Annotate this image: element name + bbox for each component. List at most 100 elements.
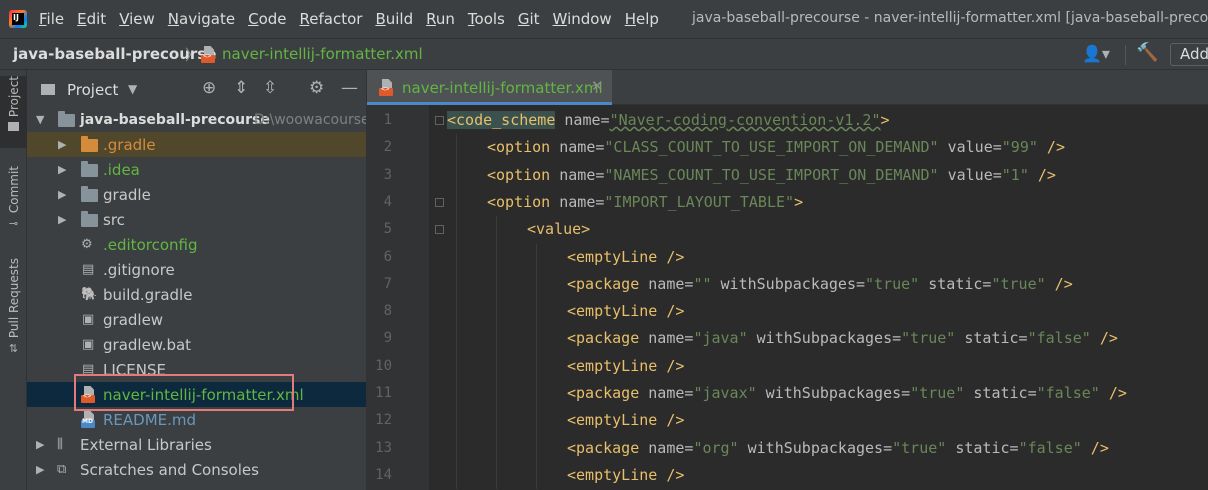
menu-window[interactable]: Window	[553, 10, 612, 28]
xml-file-icon	[201, 46, 217, 63]
menu-bar: IJ File Edit View Navigate Code Refactor Build…	[0, 0, 1208, 38]
close-icon[interactable]: ✕	[591, 77, 604, 95]
code-line[interactable]: <package name="java" withSubpackages="tr…	[567, 325, 1118, 352]
fold-marker-icon[interactable]	[435, 116, 444, 125]
line-number: 5	[383, 221, 392, 238]
tree-item-editorconfig[interactable]: ⚙ .editorconfig	[27, 232, 366, 257]
tree-item-scratches[interactable]: ▶ ⧉ Scratches and Consoles	[27, 457, 366, 482]
project-folder-icon	[58, 111, 75, 127]
tree-item-gradlew-bat[interactable]: ▣ gradlew.bat	[27, 332, 366, 357]
menu-edit[interactable]: Edit	[77, 10, 106, 28]
gear-icon[interactable]: ⚙	[309, 78, 324, 98]
chevron-right-icon[interactable]: ▶	[36, 438, 44, 451]
menu-view[interactable]: View	[119, 10, 155, 28]
breadcrumb-file[interactable]: naver-intellij-formatter.xml	[222, 45, 423, 63]
chevron-right-icon[interactable]: ▶	[58, 213, 66, 226]
chevron-right-icon[interactable]: ▶	[58, 163, 66, 176]
project-view-icon	[41, 84, 55, 95]
code-line[interactable]: <option name="CLASS_COUNT_TO_USE_IMPORT_…	[487, 134, 1065, 161]
tree-item-gradle[interactable]: ▶ gradle	[27, 182, 366, 207]
text-file-icon: ▤	[82, 362, 95, 377]
menu-help[interactable]: Help	[625, 10, 659, 28]
code-line[interactable]: <package name="javax" withSubpackages="t…	[567, 380, 1127, 407]
tree-item-label: .idea	[103, 160, 140, 179]
user-dropdown-icon[interactable]: 👤▾	[1082, 44, 1110, 63]
line-number: 6	[383, 248, 392, 265]
tree-item-gitignore[interactable]: ▤ .gitignore	[27, 257, 366, 282]
tool-tab-pull-requests[interactable]: Pull Requests ⇅	[0, 258, 27, 366]
menu-build[interactable]: Build	[375, 10, 413, 28]
menu-items: File Edit View Navigate Code Refactor Build Run…	[39, 10, 672, 28]
code-line[interactable]: <option name="NAMES_COUNT_TO_USE_IMPORT_…	[487, 162, 1056, 189]
editor-tab-naver-formatter[interactable]: naver-intellij-formatter.xml ✕	[367, 70, 612, 105]
tree-item-label: .gitignore	[103, 260, 175, 279]
line-number: 7	[383, 275, 392, 292]
terminal-file-icon: ▣	[82, 312, 95, 327]
editor-tab-label: naver-intellij-formatter.xml	[402, 79, 603, 97]
project-panel-header: Project ▼ ⊕ ⇕ ⇳ ⚙ —	[27, 70, 366, 108]
build-hammer-icon[interactable]: 🔨	[1136, 42, 1158, 63]
tree-item-label: Scratches and Consoles	[80, 460, 259, 479]
hide-panel-icon[interactable]: —	[341, 78, 358, 98]
folder-icon	[8, 122, 19, 132]
window-title: java-baseball-precourse - naver-intellij…	[692, 10, 1208, 26]
code-line[interactable]: <option name="IMPORT_LAYOUT_TABLE">	[487, 189, 803, 216]
tree-item-naver-formatter[interactable]: naver-intellij-formatter.xml	[27, 382, 366, 407]
menu-code[interactable]: Code	[248, 10, 286, 28]
code-line[interactable]: <code_scheme name="Naver-coding-conventi…	[447, 107, 890, 134]
breadcrumb-separator-icon: 〉	[185, 46, 201, 64]
tree-item-src[interactable]: ▶ src	[27, 207, 366, 232]
chevron-right-icon[interactable]: ▶	[36, 463, 44, 476]
line-number: 14	[375, 466, 392, 483]
chevron-down-icon[interactable]: ▼	[36, 113, 44, 126]
tree-root-project[interactable]: ▼ java-baseball-precourse D:\woowacourse	[27, 107, 366, 132]
menu-git[interactable]: Git	[518, 10, 540, 28]
project-panel-title[interactable]: Project	[67, 81, 118, 99]
intellij-logo-icon[interactable]: IJ	[9, 10, 27, 28]
tree-item-readme[interactable]: README.md	[27, 407, 366, 432]
tree-item-license[interactable]: ▤ LICENSE	[27, 357, 366, 382]
code-line[interactable]: <package name="" withSubpackages="true" …	[567, 271, 1073, 298]
markdown-file-icon	[81, 411, 97, 428]
menu-navigate[interactable]: Navigate	[168, 10, 235, 28]
expand-all-icon[interactable]: ⇕	[234, 78, 248, 98]
folder-icon	[81, 186, 98, 202]
tree-item-gradle-cache[interactable]: ▶ .gradle	[27, 132, 366, 157]
menu-tools[interactable]: Tools	[468, 10, 505, 28]
fold-marker-icon[interactable]	[435, 225, 444, 235]
menu-refactor[interactable]: Refactor	[300, 10, 363, 28]
chevron-right-icon[interactable]: ▶	[58, 138, 66, 151]
fold-marker-icon[interactable]	[435, 197, 444, 207]
menu-run[interactable]: Run	[426, 10, 455, 28]
xml-file-icon	[379, 79, 395, 96]
locate-file-icon[interactable]: ⊕	[202, 78, 216, 98]
toolbar-divider	[1125, 45, 1126, 65]
tree-item-label: gradle	[103, 185, 151, 204]
tree-item-external-libraries[interactable]: ▶ ⫼ External Libraries	[27, 432, 366, 457]
folder-icon	[81, 211, 98, 227]
line-number: 3	[383, 166, 392, 183]
menu-file[interactable]: File	[39, 10, 64, 28]
add-configuration-button[interactable]: Add	[1170, 43, 1208, 66]
code-line[interactable]: <emptyLine />	[567, 298, 684, 325]
code-line[interactable]: <emptyLine />	[567, 244, 684, 271]
tool-tab-project[interactable]: Project	[0, 76, 27, 148]
tool-tab-commit[interactable]: Commit ⊸	[0, 166, 27, 232]
line-number: 8	[383, 303, 392, 320]
chevron-down-icon[interactable]: ▼	[128, 82, 137, 96]
code-line[interactable]: <emptyLine />	[567, 462, 684, 489]
tree-item-label: naver-intellij-formatter.xml	[103, 385, 304, 404]
tree-item-label: README.md	[103, 410, 197, 429]
code-line[interactable]: <emptyLine />	[567, 407, 684, 434]
line-number: 9	[383, 330, 392, 347]
tree-item-gradlew[interactable]: ▣ gradlew	[27, 307, 366, 332]
tree-item-build-gradle[interactable]: 🐘 build.gradle	[27, 282, 366, 307]
tool-window-strip: Project Commit ⊸ Pull Requests ⇅	[0, 70, 27, 490]
chevron-right-icon[interactable]: ▶	[58, 188, 66, 201]
line-number-gutter	[367, 105, 429, 490]
code-line[interactable]: <emptyLine />	[567, 353, 684, 380]
code-line[interactable]: <package name="org" withSubpackages="tru…	[567, 435, 1109, 462]
collapse-all-icon[interactable]: ⇳	[263, 78, 277, 98]
tree-item-idea[interactable]: ▶ .idea	[27, 157, 366, 182]
code-line[interactable]: <value>	[527, 216, 590, 243]
